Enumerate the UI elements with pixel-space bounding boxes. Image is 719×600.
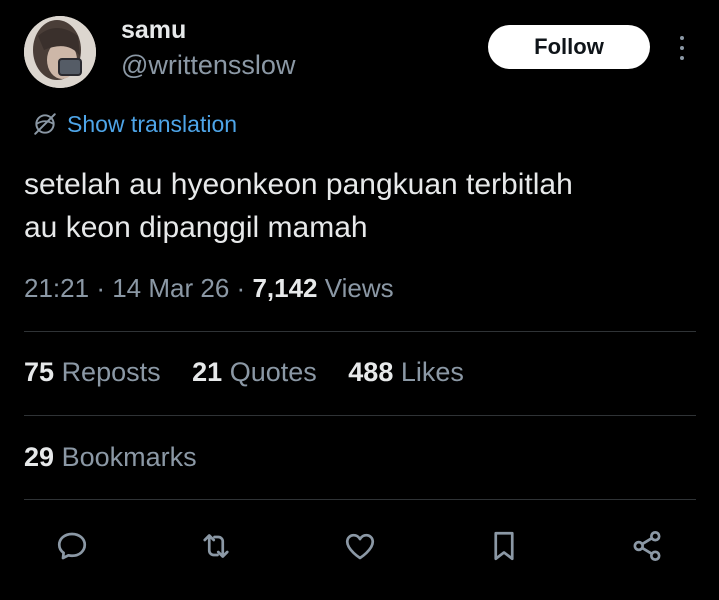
bookmarks-stat[interactable]: 29 Bookmarks <box>24 442 197 473</box>
reposts-label: Reposts <box>61 357 161 387</box>
divider <box>24 499 696 500</box>
meta-separator: · <box>96 273 105 303</box>
reply-button[interactable] <box>52 526 92 566</box>
tweet-text-line: setelah au hyeonkeon pangkuan terbitlah <box>24 168 573 201</box>
tweet-text-line: au keon dipanggil mamah <box>24 211 368 244</box>
share-button[interactable] <box>627 526 667 566</box>
tweet-meta: 21:21 · 14 Mar 26 · 7,142 Views <box>24 273 394 304</box>
bookmark-icon <box>494 531 514 561</box>
globe-slash-icon <box>34 113 56 135</box>
bookmarks-count: 29 <box>24 442 55 472</box>
repost-button[interactable] <box>196 526 236 566</box>
quotes-count: 21 <box>192 357 223 387</box>
tweet-date[interactable]: 14 Mar 26 <box>112 273 229 303</box>
author-handle[interactable]: @writtensslow <box>121 50 295 81</box>
quotes-stat[interactable]: 21 Quotes <box>192 357 317 387</box>
avatar[interactable] <box>24 16 96 88</box>
show-translation-link[interactable]: Show translation <box>32 108 237 140</box>
likes-stat[interactable]: 488 Likes <box>348 357 464 387</box>
reply-icon <box>57 532 87 560</box>
quotes-label: Quotes <box>229 357 317 387</box>
meta-separator: · <box>236 273 246 303</box>
reposts-stat[interactable]: 75 Reposts <box>24 357 161 387</box>
follow-button[interactable]: Follow <box>488 25 650 69</box>
likes-label: Likes <box>400 357 464 387</box>
likes-count: 488 <box>348 357 394 387</box>
like-icon <box>345 533 375 560</box>
avatar-image <box>24 16 96 88</box>
share-icon <box>633 531 661 561</box>
tweet-text: setelah au hyeonkeon pangkuan terbitlah … <box>24 163 704 249</box>
views-count: 7,142 <box>252 273 318 303</box>
reposts-count: 75 <box>24 357 55 387</box>
bookmarks-label: Bookmarks <box>61 442 197 472</box>
translation-label: Show translation <box>67 110 238 137</box>
views-label: Views <box>324 273 394 303</box>
divider <box>24 331 696 332</box>
author-name[interactable]: samu <box>121 16 186 45</box>
like-button[interactable] <box>340 526 380 566</box>
repost-icon <box>203 534 229 558</box>
more-vertical-icon[interactable] <box>672 30 692 66</box>
engagement-stats: 75 Reposts 21 Quotes 488 Likes <box>24 357 488 388</box>
bookmark-button[interactable] <box>484 526 524 566</box>
tweet-time[interactable]: 21:21 <box>24 273 89 303</box>
divider <box>24 415 696 416</box>
